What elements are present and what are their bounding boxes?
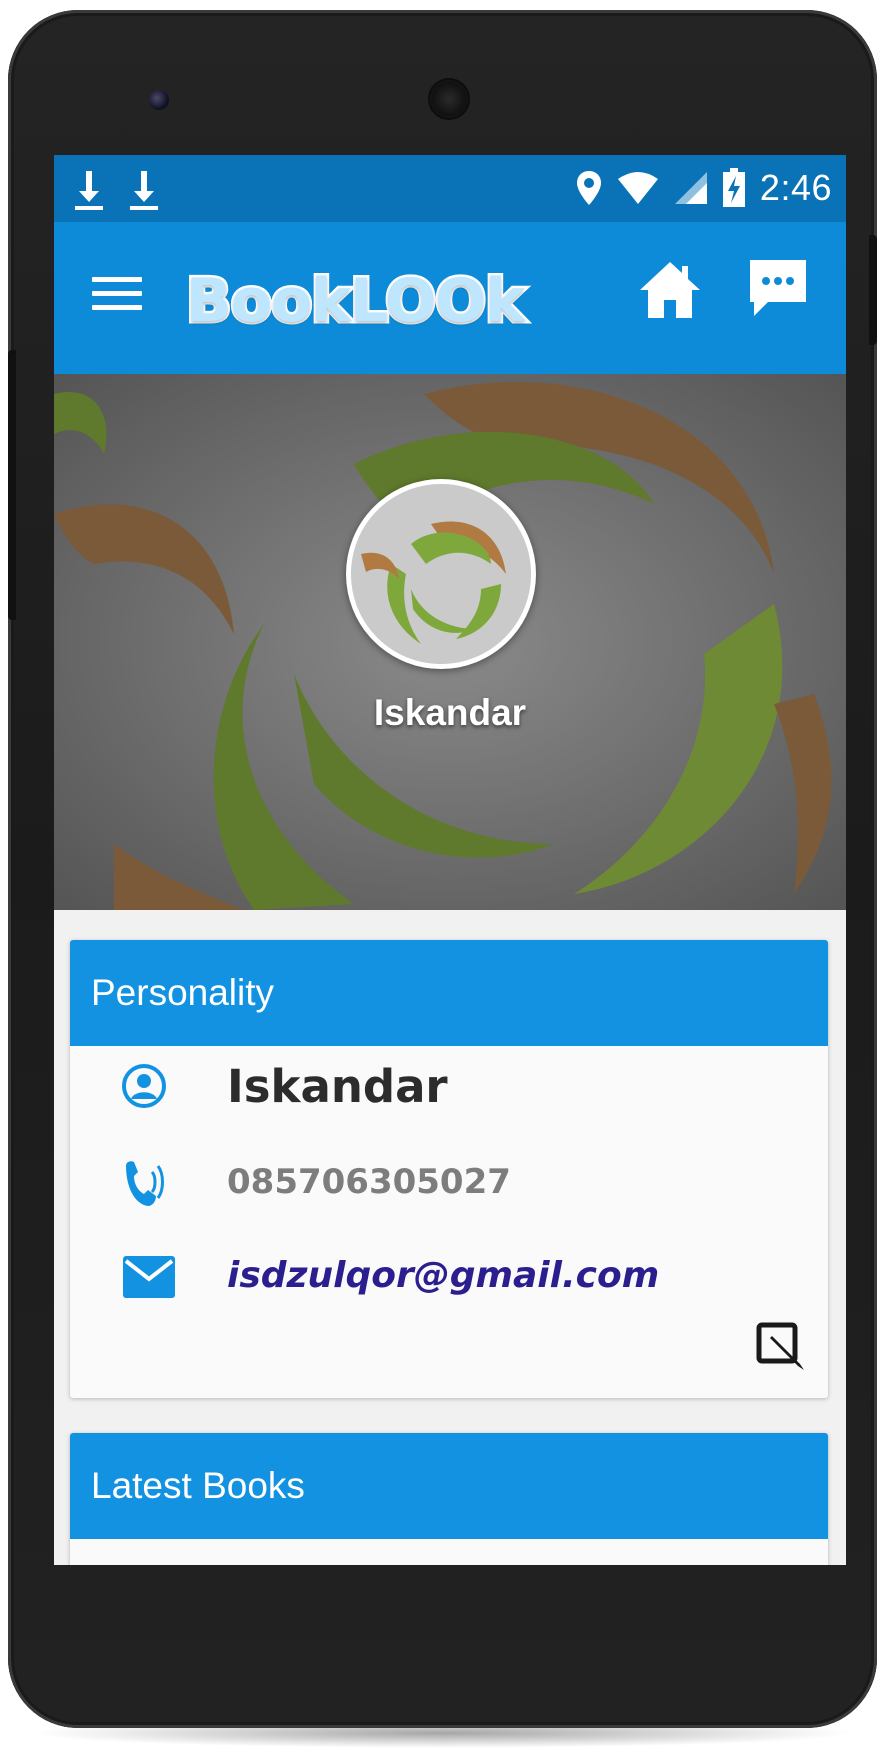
signal-icon [674, 172, 707, 204]
avatar-image [351, 484, 531, 664]
email-row: isdzulqor@gmail.com [70, 1245, 828, 1325]
location-icon [576, 171, 601, 205]
personality-header: Personality [70, 940, 828, 1046]
edit-icon[interactable] [756, 1322, 808, 1374]
logo-text: BookLOOk [183, 264, 527, 339]
email-icon [123, 1256, 175, 1298]
user-icon [122, 1064, 166, 1108]
phone-number[interactable]: 085706305027 [227, 1162, 511, 1202]
status-bar: 2:46 [54, 155, 846, 222]
profile-name: Iskandar [373, 692, 527, 733]
home-icon[interactable] [638, 258, 702, 322]
user-name: Iskandar [227, 1060, 448, 1113]
earpiece-speaker [428, 78, 470, 120]
phone-icon [126, 1161, 164, 1206]
hamburger-menu-icon[interactable] [92, 277, 142, 315]
avatar[interactable] [346, 479, 536, 669]
name-row: Iskandar [70, 1050, 828, 1130]
latest-books-header: Latest Books [70, 1433, 828, 1539]
download-icon [75, 171, 103, 210]
battery-charging-icon [722, 168, 745, 207]
volume-button [8, 350, 16, 620]
app-bar: BookLOOk [54, 222, 846, 374]
wifi-icon [617, 172, 658, 204]
app-screen: 2:46 BookLOOk Iskandar Personality Iskan… [54, 155, 846, 1565]
phone-row: 085706305027 [70, 1148, 828, 1228]
chat-icon[interactable] [746, 256, 810, 320]
front-camera [149, 90, 169, 110]
power-button [869, 235, 877, 345]
personality-card: Personality Iskandar 085706305027 isdzul… [70, 940, 828, 1398]
booklook-logo: BookLOOk [183, 262, 527, 340]
status-time: 2:46 [759, 167, 832, 208]
phone-frame: 2:46 BookLOOk Iskandar Personality Iskan… [8, 10, 877, 1728]
download-icon [130, 171, 158, 210]
email-address[interactable]: isdzulqor@gmail.com [227, 1255, 659, 1296]
profile-cover: Iskandar [54, 374, 846, 910]
latest-books-card: Latest Books [70, 1433, 828, 1565]
